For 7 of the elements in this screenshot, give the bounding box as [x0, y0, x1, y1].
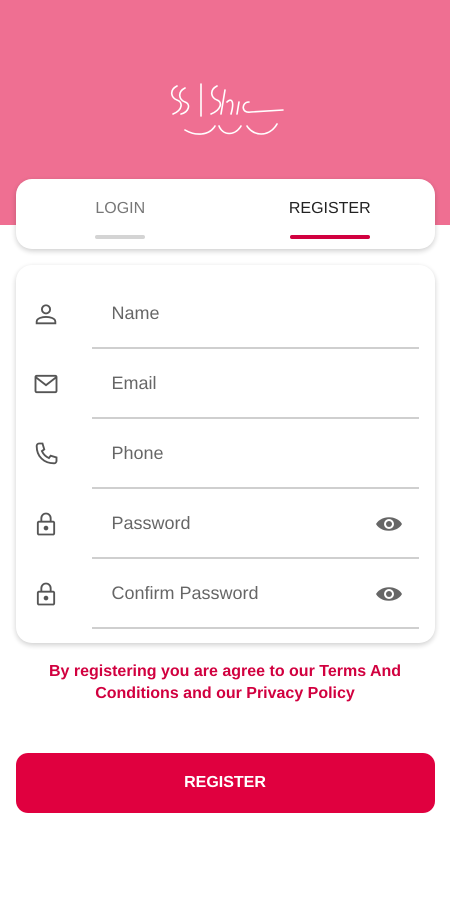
register-button[interactable]: REGISTER: [16, 753, 434, 813]
terms-text: By registering you are agree to our Terms And Conditions and our Privacy Policy: [48, 662, 402, 704]
input-field[interactable]: Email: [92, 349, 418, 419]
tab[interactable]: LOGIN: [16, 179, 225, 249]
input-field[interactable]: Name: [92, 279, 418, 349]
input-field[interactable]: Phone: [92, 419, 418, 489]
tab[interactable]: REGISTER: [225, 179, 434, 249]
